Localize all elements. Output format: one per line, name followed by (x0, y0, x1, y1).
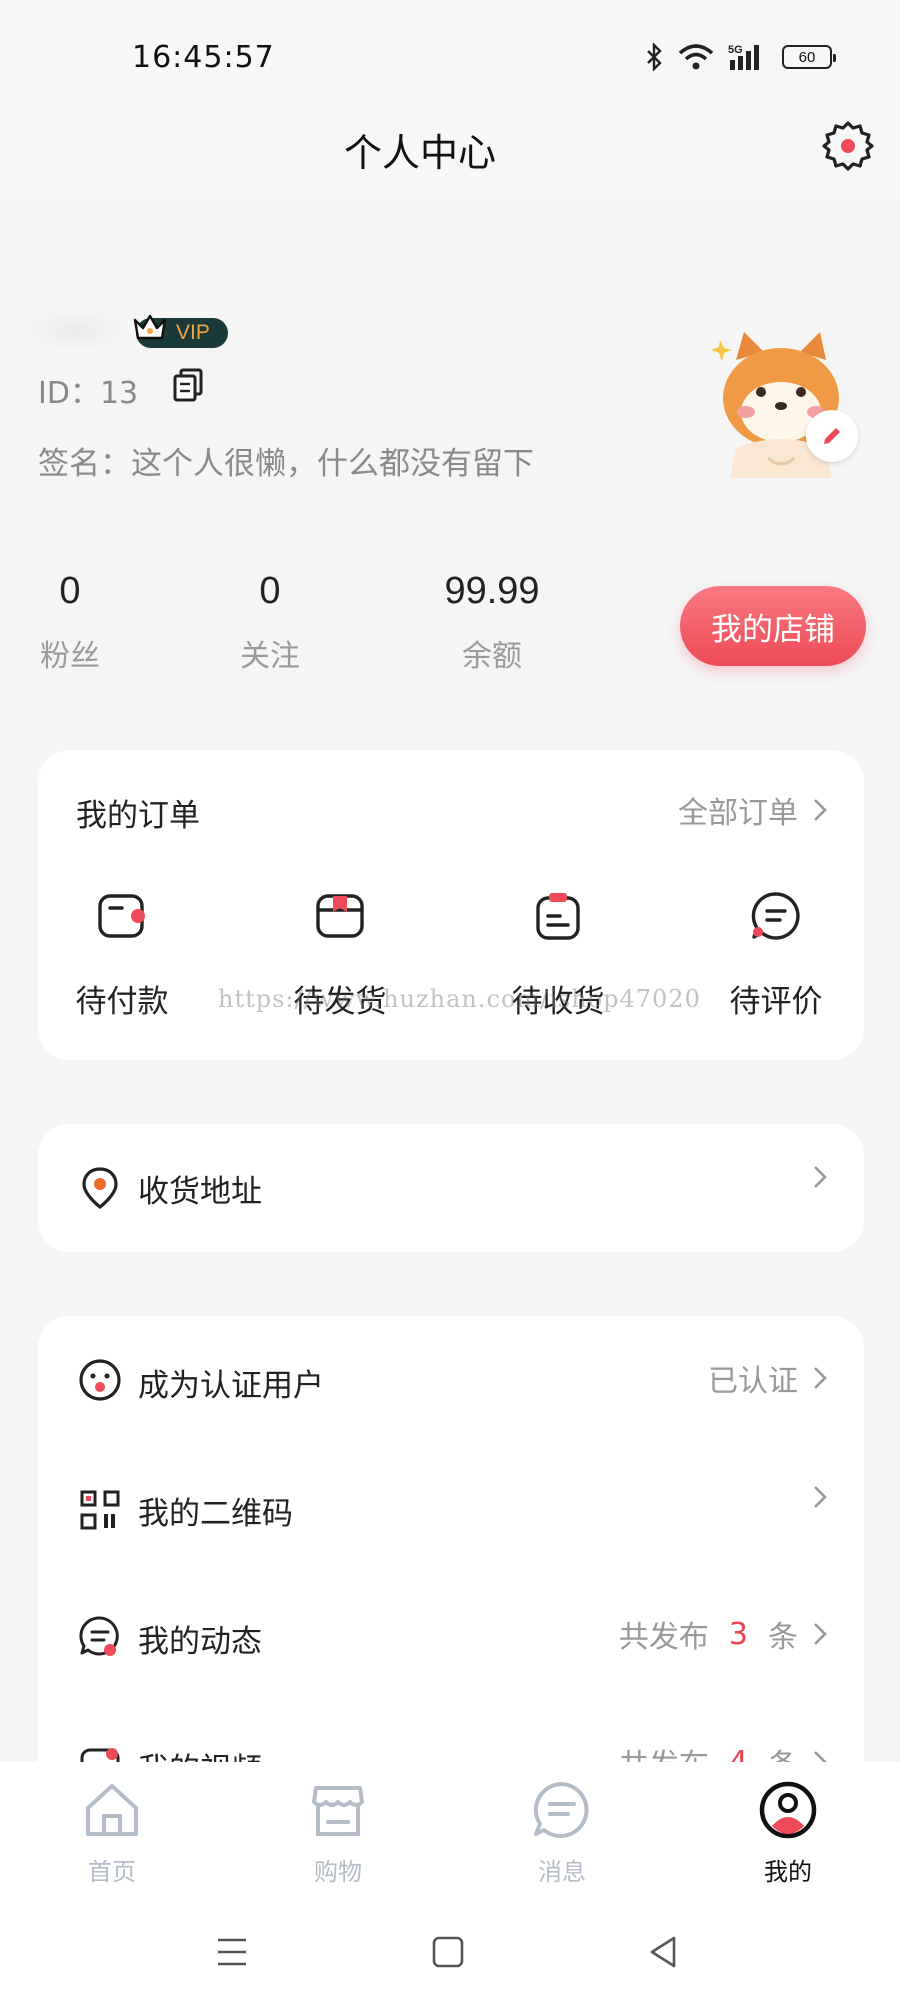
tab-label: 我的 (764, 1858, 812, 1886)
stat-fans[interactable]: 0 粉丝 (10, 570, 130, 675)
wallet-icon (98, 894, 145, 938)
tab-messages[interactable]: 消息 (502, 1778, 622, 1887)
chevron-right-icon (814, 1623, 827, 1645)
settings-button[interactable] (820, 118, 876, 174)
system-nav-bar (0, 1902, 900, 2000)
tab-label: 购物 (314, 1858, 362, 1886)
message-icon (533, 1781, 589, 1838)
orders-card: 我的订单 全部订单 待付款 待发货 待收货 待评价 (38, 750, 864, 1060)
chat-bubble-icon (79, 1616, 119, 1656)
comment-icon (751, 892, 800, 940)
order-pending-review[interactable]: 待评价 (716, 890, 836, 1021)
watermark: https://www.huzhan.com/ishop47020 (218, 985, 701, 1013)
order-label: 待付款 (75, 984, 169, 1020)
verified-status: 已认证 (708, 1364, 798, 1399)
stat-value: 99.99 (444, 570, 540, 612)
address-chevron (812, 1164, 828, 1190)
svg-text:5G: 5G (728, 44, 743, 56)
menu-label: 我的动态 (138, 1624, 262, 1660)
bottom-tab-bar: 首页 购物 消息 我的 (0, 1762, 900, 1902)
tab-label: 首页 (88, 1858, 136, 1886)
status-icons: 5G 60 (644, 42, 836, 72)
tab-me[interactable]: 我的 (728, 1778, 848, 1887)
page-title: 个人中心 (343, 131, 496, 175)
stat-balance[interactable]: 99.99 余额 (432, 570, 552, 675)
menu-right: 已认证 (708, 1356, 828, 1400)
my-shop-button[interactable]: 我的店铺 (680, 586, 866, 666)
stat-label: 关注 (240, 639, 300, 674)
user-id: ID：13 (38, 376, 139, 411)
wifi-icon (678, 44, 714, 70)
menu-right (812, 1484, 828, 1510)
vip-label: VIP (176, 321, 210, 344)
post-count-prefix: 共发布 (618, 1620, 709, 1655)
clipboard-icon (536, 893, 580, 940)
post-count-suffix: 条 (768, 1620, 798, 1655)
menu-label: 成为认证用户 (138, 1368, 324, 1404)
user-signature: 签名：这个人很懒，什么都没有留下 (38, 446, 534, 482)
address-label: 收货地址 (138, 1174, 262, 1210)
bluetooth-icon (647, 43, 662, 71)
battery-indicator: 60 (782, 45, 836, 69)
copy-id-button[interactable] (172, 368, 204, 402)
tab-label: 消息 (538, 1858, 586, 1886)
all-orders-link[interactable]: 全部订单 (678, 788, 828, 832)
profile-section: VIP ID：13 签名：这个人很懒，什么都没有留下 0 粉丝 0 关注 99.… (0, 200, 900, 730)
tab-shopping[interactable]: 购物 (278, 1778, 398, 1887)
menu-icon[interactable] (212, 1932, 252, 1972)
copy-icon (173, 368, 203, 402)
back-triangle-icon[interactable] (644, 1932, 684, 1972)
menu-right: 共发布 3 条 (619, 1612, 828, 1656)
order-pending-payment[interactable]: 待付款 (62, 890, 182, 1021)
post-count: 3 (728, 1616, 748, 1652)
chevron-right-icon (814, 1166, 827, 1188)
shop-icon (312, 1786, 364, 1836)
vip-badge: VIP (133, 314, 228, 348)
pencil-icon (824, 428, 840, 444)
stat-value: 0 (259, 570, 281, 612)
chevron-right-icon (814, 799, 827, 821)
home-square-icon[interactable] (428, 1932, 468, 1972)
order-label: 待评价 (729, 984, 823, 1020)
menu-item-qrcode[interactable]: 我的二维码 (38, 1444, 864, 1572)
edit-avatar-button[interactable] (806, 410, 858, 462)
location-pin-icon (82, 1167, 118, 1210)
menu-item-verify[interactable]: 成为认证用户 已认证 (38, 1316, 864, 1444)
smiley-icon (79, 1359, 121, 1401)
status-bar: 16:45:57 5G 60 (0, 0, 900, 110)
stat-following[interactable]: 0 关注 (210, 570, 330, 675)
status-time: 16:45:57 (132, 40, 275, 75)
chevron-right-icon (814, 1486, 827, 1508)
signal-icon: 5G (728, 44, 759, 70)
page-header: 个人中心 (0, 110, 900, 200)
home-icon (86, 1784, 138, 1836)
orders-title: 我的订单 (76, 798, 200, 834)
chevron-right-icon (814, 1367, 827, 1389)
stat-label: 粉丝 (40, 639, 100, 674)
package-icon (316, 894, 364, 938)
gear-icon (822, 121, 874, 171)
menu-item-posts[interactable]: 我的动态 共发布 3 条 (38, 1572, 864, 1700)
stat-label: 余额 (462, 639, 522, 674)
username (22, 308, 130, 352)
crown-icon (133, 314, 167, 340)
profile-icon (759, 1781, 817, 1839)
all-orders-label: 全部订单 (678, 796, 798, 831)
tab-home[interactable]: 首页 (52, 1778, 172, 1887)
qrcode-icon (80, 1490, 120, 1530)
stat-value: 0 (59, 570, 81, 612)
address-card[interactable]: 收货地址 (38, 1124, 864, 1252)
menu-label: 我的二维码 (138, 1496, 293, 1532)
